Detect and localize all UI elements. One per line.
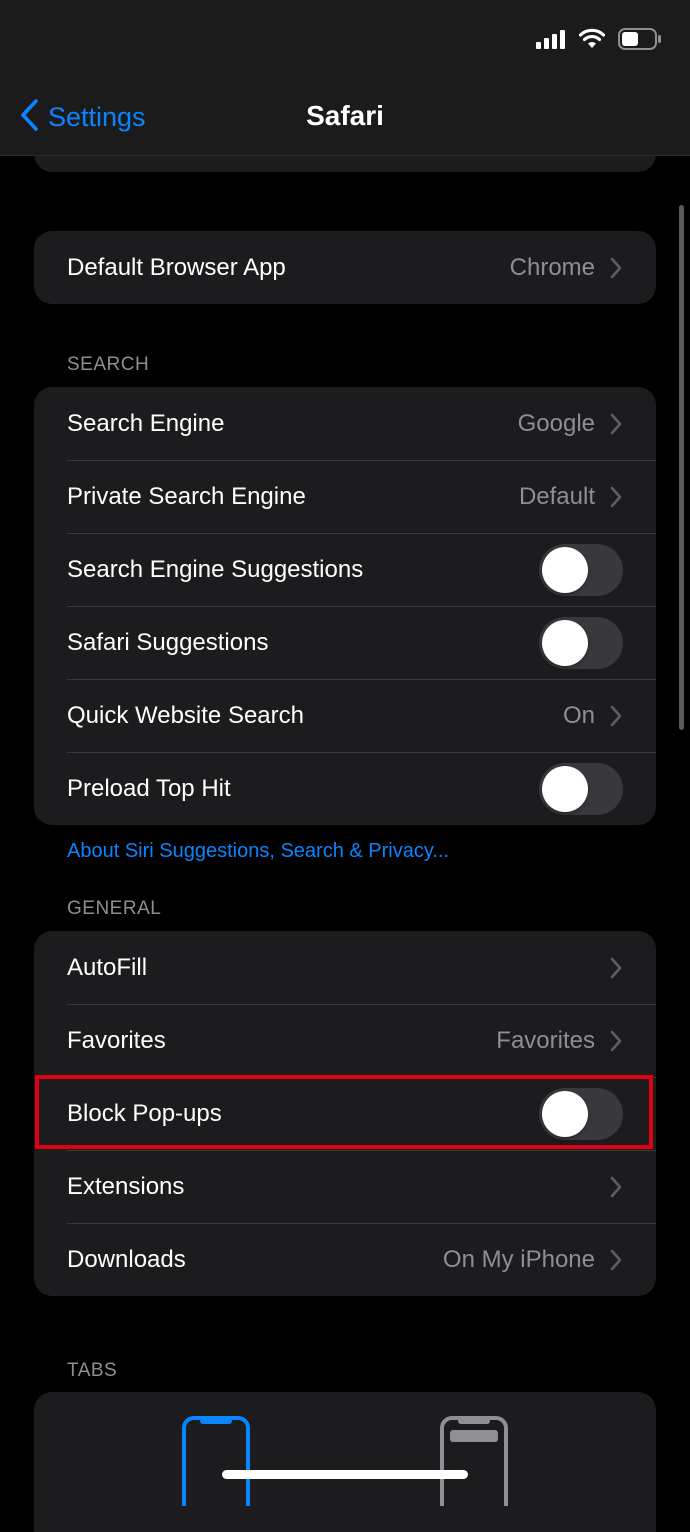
tab-bar-layout-icon[interactable] [182,1416,250,1520]
row-value: Favorites [496,1026,595,1054]
search-engine-suggestions-toggle[interactable] [539,543,623,596]
status-icons [536,28,662,55]
extensions-row[interactable]: Extensions [34,1150,656,1223]
row-label: AutoFill [67,953,148,981]
chevron-right-icon [609,1175,623,1199]
chevron-right-icon [609,256,623,280]
row-label: Downloads [67,1245,186,1273]
preload-top-hit-toggle[interactable] [539,762,623,815]
private-search-engine-row[interactable]: Private Search Engine Default [34,460,656,533]
row-label: Safari Suggestions [67,628,269,656]
row-label: Block Pop-ups [67,1099,222,1127]
row-label: Favorites [67,1026,166,1054]
single-tab-layout-icon[interactable] [440,1416,508,1520]
section-header-general: GENERAL [67,898,162,919]
navigation-bar: Settings Safari [0,0,690,156]
battery-icon [618,28,662,55]
default-browser-row[interactable]: Default Browser App Chrome [34,231,656,304]
row-value: Default [518,482,595,510]
search-engine-row[interactable]: Search Engine Google [34,387,656,460]
chevron-right-icon [609,485,623,509]
row-label: Search Engine Suggestions [67,555,364,583]
safari-suggestions-toggle[interactable] [539,616,623,669]
wifi-icon [578,28,606,55]
row-value: Google [517,409,595,437]
toggle-knob [542,1090,588,1137]
block-popups-toggle[interactable] [539,1087,623,1140]
chevron-right-icon [609,956,623,980]
chevron-right-icon [609,412,623,436]
chevron-right-icon [609,704,623,728]
search-engine-suggestions-row: Search Engine Suggestions [34,533,656,606]
preload-top-hit-row: Preload Top Hit [34,752,656,825]
row-label: Default Browser App [67,253,286,281]
row-label: Extensions [67,1172,185,1200]
home-indicator[interactable] [222,1470,468,1479]
row-label: Search Engine [67,409,225,437]
downloads-row[interactable]: Downloads On My iPhone [34,1223,656,1296]
tabs-group [34,1392,656,1532]
cellular-signal-icon [536,29,566,54]
row-value: Chrome [509,253,595,281]
chevron-right-icon [609,1029,623,1053]
status-bar [0,0,690,80]
row-value: On My iPhone [442,1245,595,1273]
row-label: Quick Website Search [67,701,304,729]
block-popups-row: Block Pop-ups [34,1077,656,1150]
search-group: Search Engine Google Private Search Engi… [34,387,656,825]
section-header-tabs: TABS [67,1360,118,1381]
toggle-knob [542,765,588,812]
toggle-knob [542,619,588,666]
default-browser-group: Default Browser App Chrome [34,231,656,304]
section-header-search: SEARCH [67,354,150,375]
chevron-right-icon [609,1248,623,1272]
row-value: On [562,701,595,729]
autofill-row[interactable]: AutoFill [34,931,656,1004]
safari-suggestions-row: Safari Suggestions [34,606,656,679]
general-group: AutoFill Favorites Favorites Block Pop-u… [34,931,656,1296]
scroll-indicator[interactable] [679,205,684,730]
row-label: Preload Top Hit [67,774,231,802]
quick-website-search-row[interactable]: Quick Website Search On [34,679,656,752]
siri-privacy-link[interactable]: About Siri Suggestions, Search & Privacy… [67,840,449,863]
toggle-knob [542,546,588,593]
favorites-row[interactable]: Favorites Favorites [34,1004,656,1077]
row-label: Private Search Engine [67,482,306,510]
page-title: Safari [306,100,384,131]
